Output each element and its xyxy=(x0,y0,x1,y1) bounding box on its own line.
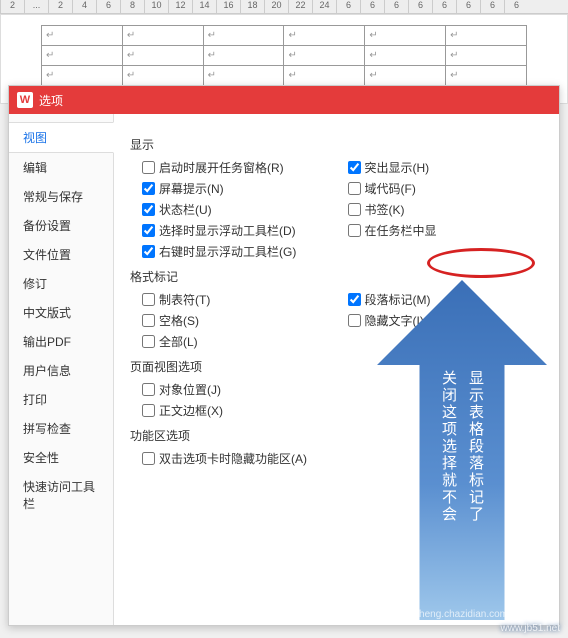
checkbox-row: 全部(L) xyxy=(142,333,338,350)
dialog-title: 选项 xyxy=(39,92,63,109)
checkbox-label: 启动时展开任务窗格(R) xyxy=(159,159,284,176)
cell: ↵ xyxy=(42,26,123,46)
sidebar-item[interactable]: 用户信息 xyxy=(9,356,113,385)
watermark-text: jiaocheng.chazidian.com xyxy=(398,609,508,620)
options-sidebar: 视图编辑常规与保存备份设置文件位置修订中文版式输出PDF用户信息打印拼写检查安全… xyxy=(9,114,114,625)
checkbox[interactable] xyxy=(142,314,155,327)
checkbox-label: 状态栏(U) xyxy=(159,201,212,218)
sidebar-item[interactable]: 备份设置 xyxy=(9,211,113,240)
sidebar-item[interactable]: 编辑 xyxy=(9,153,113,182)
checkbox[interactable] xyxy=(348,293,361,306)
options-content: 显示 启动时展开任务窗格(R) 突出显示(H) 屏幕提示(N) 域代码(F) 状态栏(U… xyxy=(114,114,559,625)
checkbox-label: 段落标记(M) xyxy=(365,291,431,308)
checkbox[interactable] xyxy=(142,293,155,306)
checkbox-row: 域代码(F) xyxy=(348,180,544,197)
checkbox-label: 正文边框(X) xyxy=(159,402,223,419)
checkbox[interactable] xyxy=(348,203,361,216)
checkbox[interactable] xyxy=(142,182,155,195)
checkbox-row: 状态栏(U) xyxy=(142,201,338,218)
checkbox-label: 右键时显示浮动工具栏(G) xyxy=(159,243,296,260)
checkbox[interactable] xyxy=(348,314,361,327)
checkbox[interactable] xyxy=(142,245,155,258)
checkbox[interactable] xyxy=(142,335,155,348)
annotation-text-2: 显示表格段落标记了 xyxy=(465,370,486,523)
checkbox-label: 隐藏文字(I) xyxy=(365,312,424,329)
checkbox[interactable] xyxy=(142,203,155,216)
checkbox-label: 双击选项卡时隐藏功能区(A) xyxy=(159,450,307,467)
checkbox-row: 在任务栏中显 xyxy=(348,222,544,239)
checkbox[interactable] xyxy=(142,161,155,174)
checkbox[interactable] xyxy=(142,452,155,465)
checkbox-row: 屏幕提示(N) xyxy=(142,180,338,197)
sidebar-item[interactable]: 视图 xyxy=(9,122,114,153)
checkbox[interactable] xyxy=(142,224,155,237)
options-dialog: W 选项 视图编辑常规与保存备份设置文件位置修订中文版式输出PDF用户信息打印拼… xyxy=(8,85,560,626)
sidebar-item[interactable]: 拼写检查 xyxy=(9,414,113,443)
checkbox-label: 对象位置(J) xyxy=(159,381,221,398)
checkbox-label: 屏幕提示(N) xyxy=(159,180,224,197)
checkbox-label: 空格(S) xyxy=(159,312,199,329)
section-format-title: 格式标记 xyxy=(130,268,543,285)
checkbox[interactable] xyxy=(348,224,361,237)
checkbox[interactable] xyxy=(348,182,361,195)
checkbox-row: 启动时展开任务窗格(R) xyxy=(142,159,338,176)
sidebar-item[interactable]: 文件位置 xyxy=(9,240,113,269)
checkbox-label: 在任务栏中显 xyxy=(365,222,437,239)
sidebar-item[interactable]: 快速访问工具栏 xyxy=(9,472,113,518)
watermark-text: www.jb51.net xyxy=(501,623,560,634)
checkbox-row: 选择时显示浮动工具栏(D) xyxy=(142,222,338,239)
checkbox-label: 全部(L) xyxy=(159,333,198,350)
checkbox-label: 域代码(F) xyxy=(365,180,416,197)
doc-table: ↵↵↵↵↵↵ ↵↵↵↵↵↵ ↵↵↵↵↵↵ xyxy=(41,25,527,86)
checkbox-label: 书签(K) xyxy=(365,201,405,218)
checkbox[interactable] xyxy=(142,404,155,417)
sidebar-item[interactable]: 中文版式 xyxy=(9,298,113,327)
checkbox-label: 突出显示(H) xyxy=(365,159,430,176)
checkbox-row: 右键时显示浮动工具栏(G) xyxy=(142,243,338,260)
sidebar-item[interactable]: 常规与保存 xyxy=(9,182,113,211)
dialog-title-bar: W 选项 xyxy=(9,86,559,114)
checkbox-row: 制表符(T) xyxy=(142,291,338,308)
checkbox[interactable] xyxy=(348,161,361,174)
checkbox-row: 空格(S) xyxy=(142,312,338,329)
checkbox-label: 制表符(T) xyxy=(159,291,210,308)
horizontal-ruler: 2...2468101214161820222466666666 xyxy=(0,0,568,14)
app-logo-icon: W xyxy=(17,92,33,108)
checkbox-label: 选择时显示浮动工具栏(D) xyxy=(159,222,296,239)
sidebar-item[interactable]: 修订 xyxy=(9,269,113,298)
checkbox-row: 突出显示(H) xyxy=(348,159,544,176)
sidebar-item[interactable]: 安全性 xyxy=(9,443,113,472)
checkbox[interactable] xyxy=(142,383,155,396)
checkbox-row: 书签(K) xyxy=(348,201,544,218)
sidebar-item[interactable]: 打印 xyxy=(9,385,113,414)
sidebar-item[interactable]: 输出PDF xyxy=(9,327,113,356)
section-display-title: 显示 xyxy=(130,136,543,153)
annotation-text-1: 关闭这项选择就不会 xyxy=(438,370,459,523)
